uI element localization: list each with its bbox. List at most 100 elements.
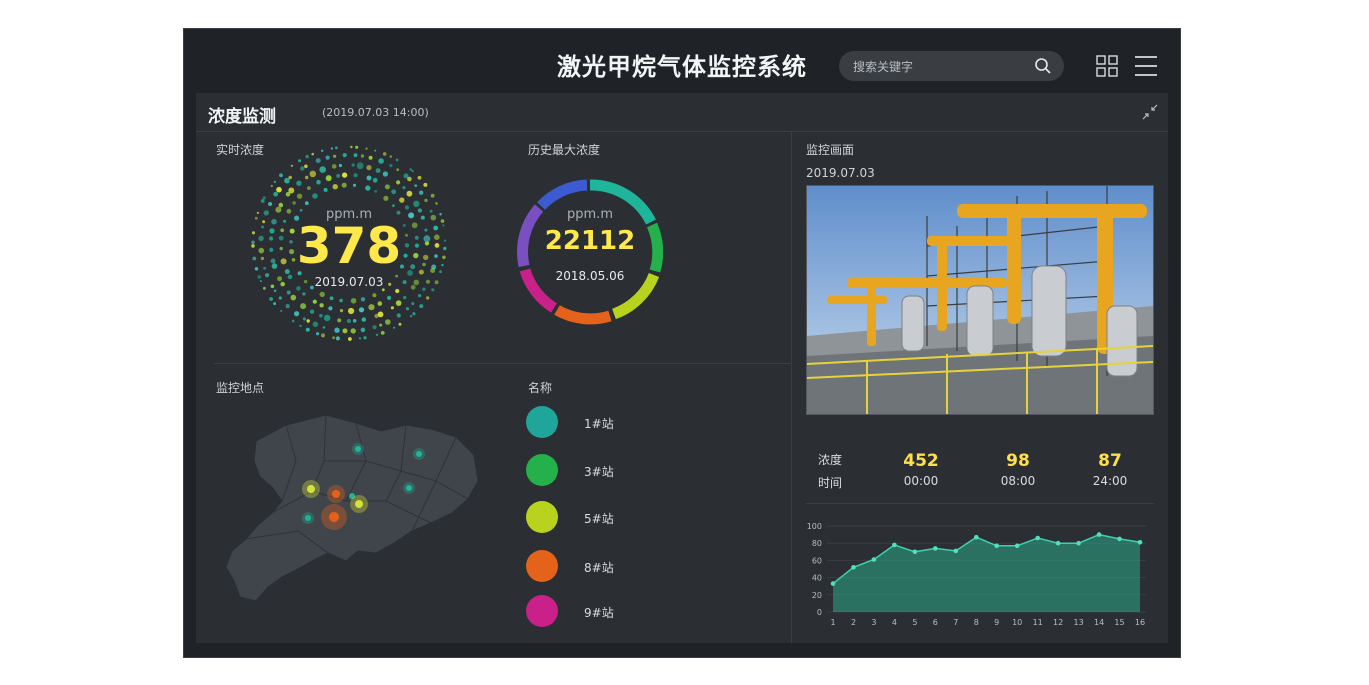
gauge-dot (435, 202, 438, 205)
gauge-dot (424, 228, 428, 232)
data-point (892, 542, 897, 548)
x-tick-label: 6 (933, 618, 938, 627)
history-max-date: 2018.05.06 (555, 269, 625, 283)
region-map[interactable] (216, 401, 486, 607)
conc-label: 浓度 (818, 453, 843, 467)
station-item[interactable]: 5#站 (526, 501, 686, 535)
gauge-dot (319, 313, 323, 318)
menu-icon[interactable] (1134, 54, 1158, 78)
collapse-icon[interactable] (1142, 104, 1158, 120)
gauge-dot (291, 319, 295, 323)
x-tick-label: 14 (1094, 618, 1104, 627)
gauge-dot (348, 307, 355, 315)
gauge-dot (372, 293, 377, 298)
gauge-dot (341, 172, 348, 178)
gauge-dot (286, 208, 292, 214)
search-box[interactable]: 搜索关键字 (839, 51, 1064, 81)
gauge-dot (299, 324, 302, 328)
station-item[interactable]: 9#站 (526, 595, 686, 629)
gauge-dot (260, 199, 265, 203)
gauge-dot (396, 313, 401, 318)
x-tick-label: 12 (1053, 618, 1063, 627)
x-tick-label: 5 (912, 618, 917, 627)
panel-header: 浓度监测 (2019.07.03 14:00) (196, 93, 1168, 132)
gauge-dot (372, 177, 378, 183)
gauge-dot (366, 175, 372, 181)
gauge-dot (439, 270, 442, 274)
gauge-dot (287, 274, 293, 280)
gauge-dot (296, 193, 303, 199)
data-point (871, 557, 877, 562)
station-item[interactable]: 8#站 (526, 550, 686, 584)
gauge-dot (338, 163, 342, 168)
gauge-dot (409, 315, 413, 318)
gauge-dot (389, 155, 392, 158)
gauge-dot (270, 184, 273, 188)
data-point (1035, 535, 1040, 541)
gauge-dot (352, 319, 357, 323)
gauge-dot (377, 301, 383, 306)
gauge-dot (290, 294, 297, 301)
x-tick-label: 11 (1033, 618, 1043, 627)
gauge-dot (263, 286, 266, 290)
station-name: 5#站 (584, 512, 614, 526)
gauge-dot (396, 168, 400, 172)
gauge-dot (265, 273, 270, 278)
gauge-dot (332, 336, 336, 340)
gauge-dot (300, 166, 305, 171)
gauge-dot (307, 186, 311, 190)
gauge-dot (350, 328, 356, 334)
stat-value: 98 (1006, 451, 1030, 471)
stat-value: 87 (1098, 451, 1122, 471)
x-tick-label: 1 (830, 618, 835, 627)
gauge-dot (419, 304, 424, 309)
gauge-dot (329, 296, 334, 301)
gauge-dot (288, 175, 292, 180)
monitor-video-frame[interactable] (806, 185, 1154, 415)
gauge-dot (382, 171, 388, 177)
search-placeholder[interactable]: 搜索关键字 (853, 58, 913, 75)
gauge-dot (259, 280, 262, 283)
gauge-dot (277, 276, 283, 282)
y-tick-label: 100 (807, 522, 822, 531)
grid-view-icon[interactable] (1096, 55, 1118, 77)
history-max-value: 22112 (544, 226, 636, 256)
gauge-dot (312, 321, 319, 328)
station-item[interactable]: 1#站 (526, 406, 686, 440)
station-color-dot (526, 595, 558, 627)
station-item[interactable]: 3#站 (526, 454, 686, 488)
gauge-dot (341, 182, 347, 188)
station-color-dot (526, 501, 558, 533)
gauge-dot (430, 193, 435, 198)
gauge-dot (442, 224, 445, 227)
data-point (1076, 540, 1081, 546)
station-name: 9#站 (584, 606, 614, 620)
gauge-dot (420, 215, 425, 220)
station-color-dot (526, 550, 558, 582)
gauge-dot (279, 173, 283, 178)
panel-title: 浓度监测 (208, 107, 276, 127)
gauge-dot (395, 300, 402, 306)
gauge-dot (434, 280, 439, 285)
gauge-dot (366, 165, 372, 171)
gauge-dot (387, 295, 392, 300)
gauge-dot (280, 309, 283, 312)
gauge-dot (309, 170, 317, 178)
monitor-label: 监控画面 (806, 143, 855, 157)
gauge-dot (355, 145, 359, 149)
y-tick-label: 60 (812, 556, 822, 565)
gauge-dot (335, 146, 338, 150)
gauge-dot (261, 225, 264, 229)
gauge-dot (430, 268, 436, 273)
data-point (1096, 532, 1102, 537)
search-icon[interactable] (1034, 57, 1052, 75)
x-tick-label: 15 (1114, 618, 1124, 627)
gauge-dot (325, 175, 332, 182)
gauge-dot (442, 255, 446, 260)
gauge-dot (323, 187, 328, 192)
station-name: 3#站 (584, 465, 614, 479)
gauge-dot (298, 159, 302, 163)
station-color-dot (526, 454, 558, 486)
gauge-dot (363, 336, 367, 340)
gauge-dot (269, 228, 275, 234)
